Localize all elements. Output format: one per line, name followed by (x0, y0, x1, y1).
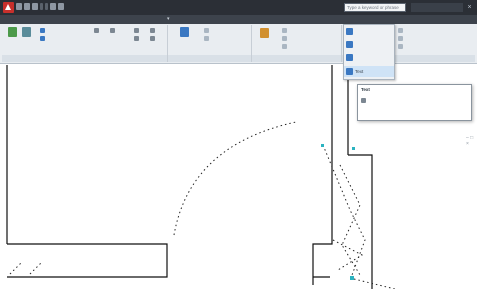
tool-stretch[interactable] (150, 36, 155, 41)
tool-rotate[interactable] (110, 28, 115, 33)
command-line-icon (361, 98, 366, 103)
isolate-icon (282, 36, 287, 41)
tool-block[interactable] (398, 44, 403, 49)
tool-copy[interactable] (134, 28, 139, 33)
tool-line[interactable] (8, 27, 17, 37)
application-menu-button[interactable] (3, 2, 14, 13)
hidden-line-1 (322, 144, 366, 276)
tool-layer-state[interactable] (204, 28, 209, 33)
counter-outline (7, 243, 168, 278)
block-icon (398, 44, 403, 49)
dropdown-item[interactable] (344, 39, 394, 50)
undo-icon[interactable] (40, 3, 43, 10)
tool-fillet[interactable] (150, 28, 155, 33)
ribbon-tabs: ▾ (0, 15, 477, 24)
panel-modify (168, 25, 252, 62)
text-icon (346, 68, 353, 75)
hidden-line-2 (339, 164, 361, 276)
panel-title-layers (252, 55, 341, 62)
fillet-icon (150, 28, 155, 33)
rotate-icon (110, 28, 115, 33)
layer-off-icon (204, 36, 209, 41)
freeze-icon (282, 44, 287, 49)
table-icon (398, 36, 403, 41)
tooltip-title: Text (361, 87, 370, 92)
tool-circle[interactable] (40, 28, 45, 33)
polyline-icon (22, 27, 31, 37)
quick-access-toolbar (16, 3, 64, 10)
circle-icon (40, 28, 45, 33)
dropdown-item[interactable] (344, 26, 394, 37)
tool-arc[interactable] (40, 36, 45, 41)
copy-icon (134, 28, 139, 33)
dimension-icon (346, 54, 353, 61)
door-swing-arc (173, 121, 297, 236)
tool-layer-unlock[interactable] (282, 28, 287, 33)
ribbon (0, 24, 477, 64)
tool-layer-isolate[interactable] (282, 36, 287, 41)
unlock-icon (282, 28, 287, 33)
line-icon (8, 27, 17, 37)
layers-icon (180, 27, 189, 37)
panel-draw (2, 25, 168, 62)
close-window-button[interactable]: × (465, 3, 474, 12)
door-frame (348, 154, 373, 289)
redo-icon[interactable] (45, 3, 48, 10)
panel-layers (252, 25, 342, 62)
dropdown-item[interactable] (344, 52, 394, 63)
tool-table[interactable] (398, 36, 403, 41)
dropdown-item-label: Text (355, 69, 364, 74)
tool-layer-freeze[interactable] (282, 44, 287, 49)
stretch-icon (150, 36, 155, 41)
viewport-controls[interactable]: – □ × (466, 135, 477, 147)
hatch-line-1 (9, 261, 23, 275)
grip-marker[interactable] (352, 147, 355, 150)
match-layer-icon (260, 28, 269, 38)
tool-leader[interactable] (398, 28, 403, 33)
hatch-line-2 (29, 261, 43, 275)
tooltip-command (361, 98, 468, 103)
search-input[interactable]: Type a keyword or phrase (344, 3, 406, 12)
chevron-down-icon[interactable]: ▾ (167, 16, 174, 23)
leader-icon (398, 28, 403, 33)
plot-icon[interactable] (50, 3, 56, 10)
title-bar: Type a keyword or phrase × (0, 0, 477, 15)
dropdown-item-text[interactable]: Text (344, 66, 394, 77)
save-icon[interactable] (32, 3, 38, 10)
share-icon[interactable] (58, 3, 64, 10)
tool-move[interactable] (94, 28, 99, 33)
grip-marker[interactable] (321, 144, 324, 147)
panel-title-modify (168, 55, 251, 62)
command-tooltip: Text (357, 84, 472, 121)
layer-state-icon (204, 28, 209, 33)
new-file-icon[interactable] (16, 3, 22, 10)
right-wall-inner (312, 65, 333, 285)
move-icon (94, 28, 99, 33)
tool-layer-off[interactable] (204, 36, 209, 41)
arc-icon (40, 36, 45, 41)
tool-polyline[interactable] (22, 27, 31, 37)
tool-layer-properties[interactable] (180, 27, 189, 37)
annotation-dropdown: Text (343, 24, 395, 80)
tool-mirror[interactable] (134, 36, 139, 41)
mirror-icon (134, 36, 139, 41)
sign-in-button[interactable] (411, 3, 463, 12)
panel-title-draw (2, 55, 167, 62)
open-file-icon[interactable] (24, 3, 30, 10)
diagonal-line (353, 278, 396, 289)
grip-marker[interactable] (350, 276, 354, 280)
dimension-icon (346, 41, 353, 48)
tool-match-layer[interactable] (260, 28, 269, 38)
dimension-icon (346, 28, 353, 35)
